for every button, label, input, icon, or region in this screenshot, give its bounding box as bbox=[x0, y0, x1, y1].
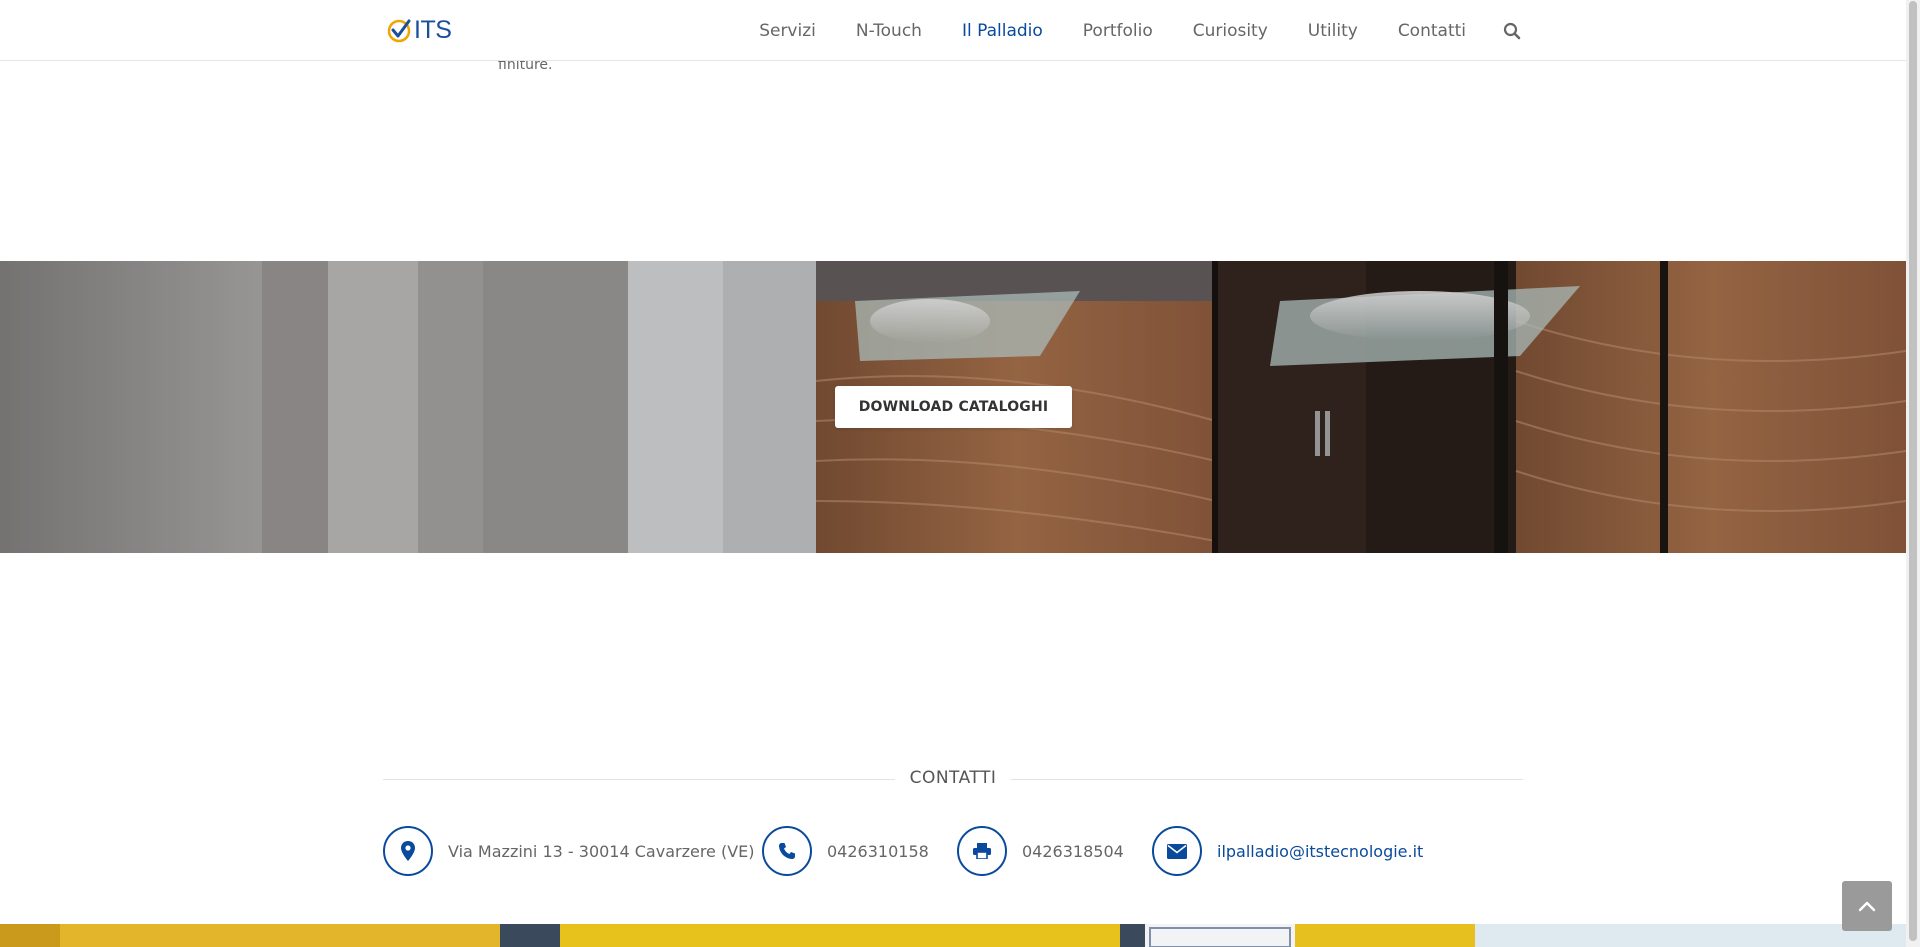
main-nav: Servizi N-Touch Il Palladio Portfolio Cu… bbox=[719, 0, 1521, 61]
phone-icon bbox=[762, 826, 812, 876]
contact-address: Via Mazzini 13 - 30014 Cavarzere (VE) bbox=[383, 826, 755, 876]
printer-icon bbox=[957, 826, 1007, 876]
nav-item-portfolio[interactable]: Portfolio bbox=[1083, 21, 1153, 41]
contact-address-text: Via Mazzini 13 - 30014 Cavarzere (VE) bbox=[448, 841, 755, 861]
download-catalogs-button[interactable]: DOWNLOAD CATALOGHI bbox=[835, 386, 1072, 428]
search-icon[interactable] bbox=[1503, 22, 1521, 40]
contact-email: ilpalladio@itstecnologie.it bbox=[1152, 826, 1423, 876]
contact-email-link[interactable]: ilpalladio@itstecnologie.it bbox=[1217, 842, 1423, 861]
contacts-title: CONTATTI bbox=[909, 768, 997, 788]
site-logo[interactable]: ITS bbox=[387, 15, 452, 44]
logo-check-icon bbox=[387, 19, 411, 43]
scrollbar-thumb[interactable] bbox=[1909, 1, 1917, 941]
site-header: ITS Servizi N-Touch Il Palladio Portfoli… bbox=[0, 0, 1906, 61]
contact-phone: 0426310158 bbox=[762, 826, 929, 876]
contact-fax: 0426318504 bbox=[957, 826, 1124, 876]
nav-item-servizi[interactable]: Servizi bbox=[759, 21, 816, 41]
nav-item-utility[interactable]: Utility bbox=[1308, 21, 1358, 41]
nav-item-il-palladio[interactable]: Il Palladio bbox=[962, 21, 1043, 41]
page-scrollbar[interactable] bbox=[1906, 0, 1920, 947]
contacts-section-header: CONTATTI bbox=[383, 768, 1523, 790]
back-to-top-button[interactable] bbox=[1842, 881, 1892, 931]
map-pin-icon bbox=[383, 826, 433, 876]
footer-showroom-image bbox=[0, 924, 1906, 947]
nav-item-contatti[interactable]: Contatti bbox=[1398, 21, 1466, 41]
nav-item-n-touch[interactable]: N-Touch bbox=[856, 21, 922, 41]
logo-text: ITS bbox=[414, 15, 452, 44]
envelope-icon bbox=[1152, 826, 1202, 876]
contact-fax-text: 0426318504 bbox=[1022, 841, 1124, 861]
nav-item-curiosity[interactable]: Curiosity bbox=[1193, 21, 1268, 41]
contact-phone-text: 0426310158 bbox=[827, 841, 929, 861]
chevron-up-icon bbox=[1858, 901, 1876, 912]
